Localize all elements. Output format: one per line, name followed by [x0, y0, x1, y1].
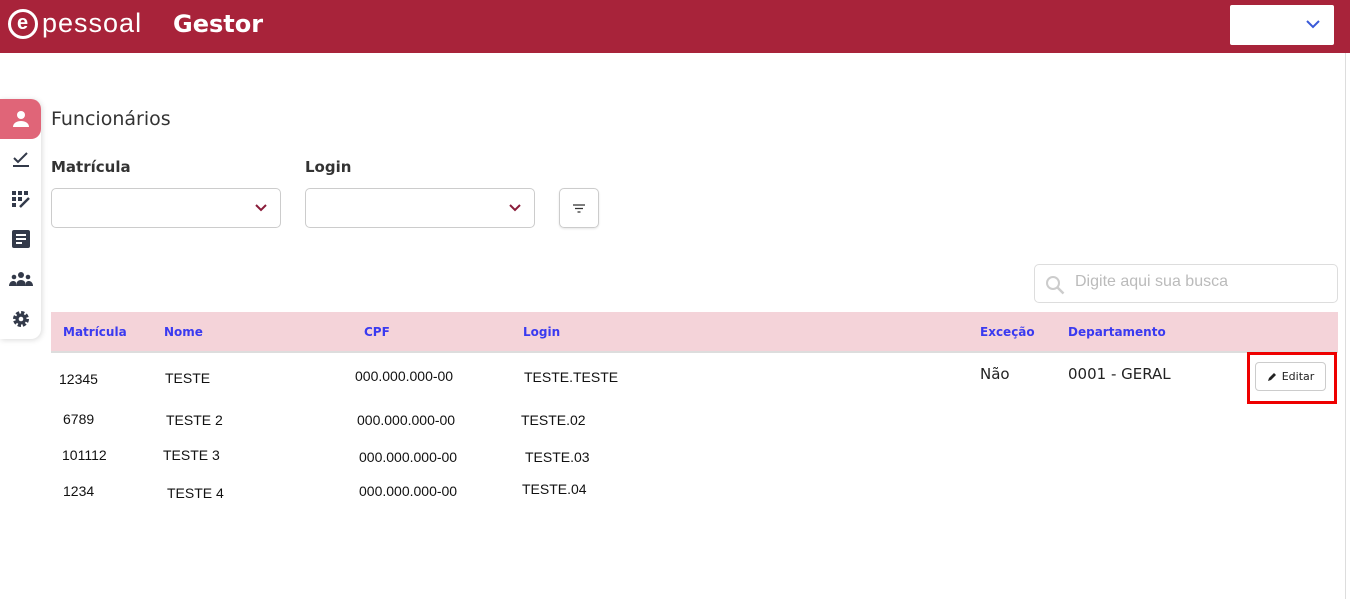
cell-login: TESTE.04	[522, 481, 587, 497]
cell-nome: TESTE	[165, 370, 211, 386]
cell-login: TESTE.02	[521, 412, 586, 428]
cell-matricula: 1234	[63, 483, 95, 499]
cell-matricula: 101112	[62, 447, 107, 463]
search-input[interactable]	[1075, 273, 1325, 291]
cell-login: TESTE.03	[525, 449, 590, 465]
gear-icon	[12, 311, 29, 327]
profile-select[interactable]	[1230, 5, 1334, 45]
sidebar-item-escalas[interactable]	[0, 179, 41, 219]
logo-text: pessoal	[42, 8, 143, 38]
check-icon	[12, 152, 29, 167]
cell-cpf: 000.000.000-00	[355, 368, 454, 384]
sidebar	[0, 99, 41, 339]
chevron-down-icon	[1306, 20, 1320, 29]
logo: e pessoal	[8, 8, 142, 39]
sidebar-item-aprovacoes[interactable]	[0, 139, 41, 179]
cell-cpf: 000.000.000-00	[359, 483, 458, 499]
grid-edit-icon	[11, 191, 30, 208]
person-icon	[12, 111, 29, 127]
chevron-down-icon	[509, 204, 521, 212]
cell-cpf: 000.000.000-00	[359, 449, 458, 465]
sidebar-item-configuracoes[interactable]	[0, 299, 41, 339]
login-select[interactable]	[305, 188, 535, 228]
app-name: Gestor	[173, 10, 264, 38]
chevron-down-icon	[255, 204, 267, 212]
table-header: Matrícula Nome CPF Login Exceção Departa…	[51, 312, 1338, 353]
matricula-select[interactable]	[51, 188, 281, 228]
filter-button[interactable]	[559, 188, 599, 228]
search-box	[1034, 264, 1338, 303]
pencil-icon	[1267, 372, 1276, 381]
page-title: Funcionários	[51, 108, 171, 130]
col-nome[interactable]: Nome	[164, 325, 203, 339]
scrollbar[interactable]	[1345, 53, 1346, 599]
edit-button[interactable]: Editar	[1255, 362, 1326, 391]
sidebar-item-funcionarios[interactable]	[0, 99, 41, 139]
cell-nome: TESTE 4	[167, 485, 224, 501]
col-matricula[interactable]: Matrícula	[63, 325, 127, 339]
cell-departamento: 0001 - GERAL	[1068, 365, 1171, 383]
col-cpf[interactable]: CPF	[364, 325, 390, 339]
edit-label: Editar	[1281, 370, 1315, 383]
login-label: Login	[305, 158, 352, 176]
cell-login: TESTE.TESTE	[524, 369, 619, 385]
sidebar-item-relatorios[interactable]	[0, 219, 41, 259]
cell-excecao: Não	[980, 365, 1010, 383]
search-icon	[1046, 276, 1065, 295]
filter-icon	[573, 203, 585, 213]
top-bar: e pessoal Gestor	[0, 0, 1350, 53]
col-departamento[interactable]: Departamento	[1068, 325, 1166, 339]
document-icon	[11, 230, 30, 248]
col-excecao[interactable]: Exceção	[980, 325, 1035, 339]
col-login[interactable]: Login	[523, 325, 560, 339]
matricula-label: Matrícula	[51, 158, 131, 176]
cell-matricula: 6789	[63, 411, 95, 427]
cell-nome: TESTE 2	[166, 412, 223, 428]
cell-nome: TESTE 3	[163, 447, 220, 463]
cell-matricula: 12345	[59, 371, 98, 387]
group-icon	[8, 272, 33, 286]
cell-cpf: 000.000.000-00	[357, 412, 456, 428]
sidebar-item-grupos[interactable]	[0, 259, 41, 299]
